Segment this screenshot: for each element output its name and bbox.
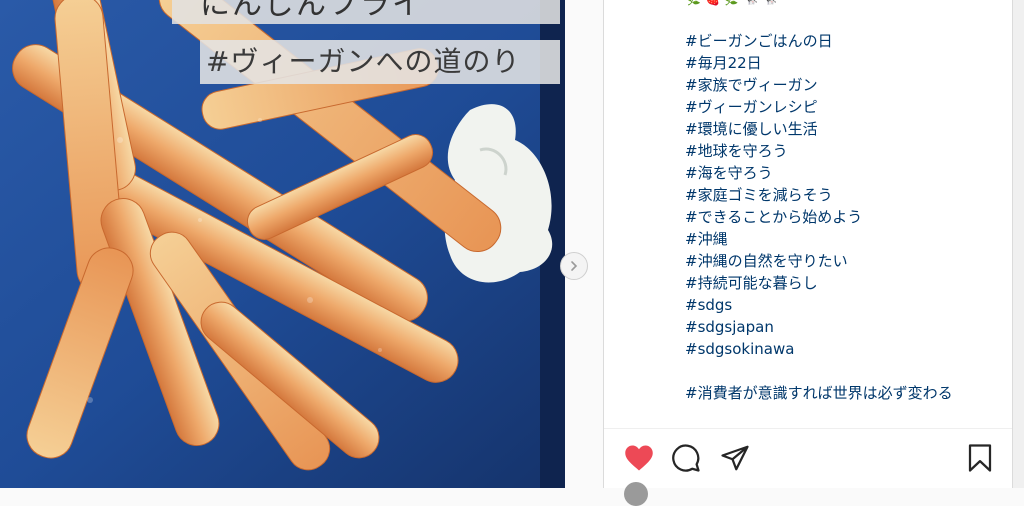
hashtag-link[interactable]: #できることから始めよう [685, 206, 953, 228]
hashtag-list: #ビーガンごはんの日 #毎月22日 #家族でヴィーガン #ヴィーガンレシピ #環… [685, 30, 953, 404]
post-actions-bar [604, 440, 1013, 476]
hashtag-link[interactable]: #ビーガンごはんの日 [685, 30, 953, 52]
hashtag-link[interactable]: #環境に優しい生活 [685, 118, 953, 140]
post-photo[interactable]: にんじんフライ #ヴィーガンへの道のり [0, 0, 565, 488]
hashtag-link[interactable]: #地球を守ろう [685, 140, 953, 162]
send-icon [721, 445, 749, 471]
hashtag-link[interactable]: #ヴィーガンレシピ [685, 96, 953, 118]
carousel-next-button[interactable] [560, 252, 588, 280]
photo-caption-title: にんじんフライ [172, 0, 560, 24]
comment-icon [672, 444, 700, 472]
emoji: 🌿 [724, 0, 739, 8]
window-edge [1012, 0, 1024, 488]
hashtag-link[interactable]: #家族でヴィーガン [685, 74, 953, 96]
like-button[interactable] [621, 440, 657, 476]
hashtag-link[interactable]: #sdgsjapan [685, 316, 953, 338]
avatar[interactable] [624, 482, 648, 506]
divider [604, 428, 1013, 429]
photo-caption-hashtag: #ヴィーガンへの道のり [200, 40, 560, 84]
emoji: 🐄 [762, 0, 777, 8]
heart-icon [625, 445, 653, 471]
chevron-right-icon [571, 261, 578, 271]
emoji: 🌿 [686, 0, 701, 8]
hashtag-link[interactable]: #sdgs [685, 294, 953, 316]
gutter [565, 0, 603, 488]
bookmark-icon [968, 444, 992, 472]
hashtag-link[interactable]: #消費者が意識すれば世界は必ず変わる [685, 382, 953, 404]
comment-button[interactable] [668, 440, 704, 476]
hashtag-link[interactable]: #沖縄の自然を守りたい [685, 250, 953, 272]
hashtag-link[interactable]: #海を守ろう [685, 162, 953, 184]
caption-emoji-row: 🌿 🍓 🌿 🐄 🐄 [686, 0, 777, 8]
share-button[interactable] [717, 440, 753, 476]
hashtag-link[interactable]: #sdgsokinawa [685, 338, 953, 360]
post-side-panel: 🌿 🍓 🌿 🐄 🐄 #ビーガンごはんの日 #毎月22日 #家族でヴィーガン #ヴ… [603, 0, 1013, 506]
save-button[interactable] [962, 440, 998, 476]
emoji: 🐄 [743, 0, 758, 8]
hashtag-link[interactable]: #毎月22日 [685, 52, 953, 74]
hashtag-link[interactable]: #沖縄 [685, 228, 953, 250]
hashtag-link[interactable]: #家庭ゴミを減らそう [685, 184, 953, 206]
emoji: 🍓 [705, 0, 720, 8]
hashtag-link[interactable]: #持続可能な暮らし [685, 272, 953, 294]
